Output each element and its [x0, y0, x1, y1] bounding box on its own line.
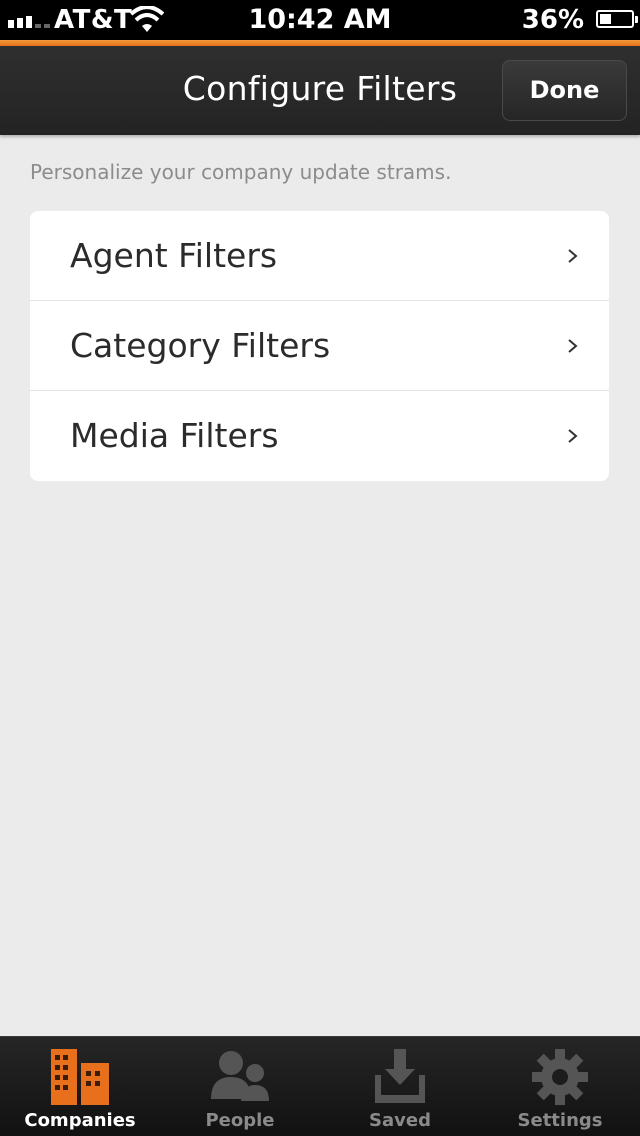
- signal-strength-icon: [8, 12, 50, 28]
- tab-companies[interactable]: Companies: [0, 1037, 160, 1136]
- tab-label: People: [205, 1110, 275, 1131]
- people-icon: [211, 1051, 269, 1101]
- buildings-icon: [51, 1049, 109, 1105]
- battery-fill: [600, 14, 611, 24]
- gear-icon: [532, 1049, 588, 1105]
- tab-people[interactable]: People: [160, 1037, 320, 1136]
- filter-row-agent[interactable]: Agent Filters: [30, 211, 609, 301]
- screen: AT&T 10:42 AM 36% Configure Filters Done…: [0, 0, 640, 1136]
- tab-label: Saved: [369, 1110, 431, 1131]
- filter-row-media[interactable]: Media Filters: [30, 391, 609, 481]
- chevron-right-icon: [568, 339, 578, 353]
- battery-icon: [596, 10, 638, 28]
- page-subtitle: Personalize your company update strams.: [30, 160, 452, 184]
- chevron-right-icon: [568, 429, 578, 443]
- download-tray-icon: [375, 1049, 425, 1103]
- carrier-name: AT&T: [54, 5, 133, 35]
- filter-list: Agent Filters Category Filters Media Fil…: [30, 211, 609, 481]
- status-bar: AT&T 10:42 AM 36%: [0, 0, 640, 40]
- tab-label: Companies: [24, 1110, 136, 1131]
- filter-label: Media Filters: [70, 416, 279, 455]
- battery-percentage: 36%: [521, 5, 584, 35]
- done-button[interactable]: Done: [502, 60, 627, 121]
- tab-label: Settings: [517, 1110, 603, 1131]
- navigation-bar: Configure Filters Done: [0, 46, 640, 135]
- filter-label: Agent Filters: [70, 236, 278, 275]
- wifi-icon: [130, 6, 164, 32]
- filter-row-category[interactable]: Category Filters: [30, 301, 609, 391]
- filter-label: Category Filters: [70, 326, 331, 365]
- tab-settings[interactable]: Settings: [480, 1037, 640, 1136]
- chevron-right-icon: [568, 249, 578, 263]
- tab-bar: Companies People Saved Settings: [0, 1036, 640, 1136]
- tab-saved[interactable]: Saved: [320, 1037, 480, 1136]
